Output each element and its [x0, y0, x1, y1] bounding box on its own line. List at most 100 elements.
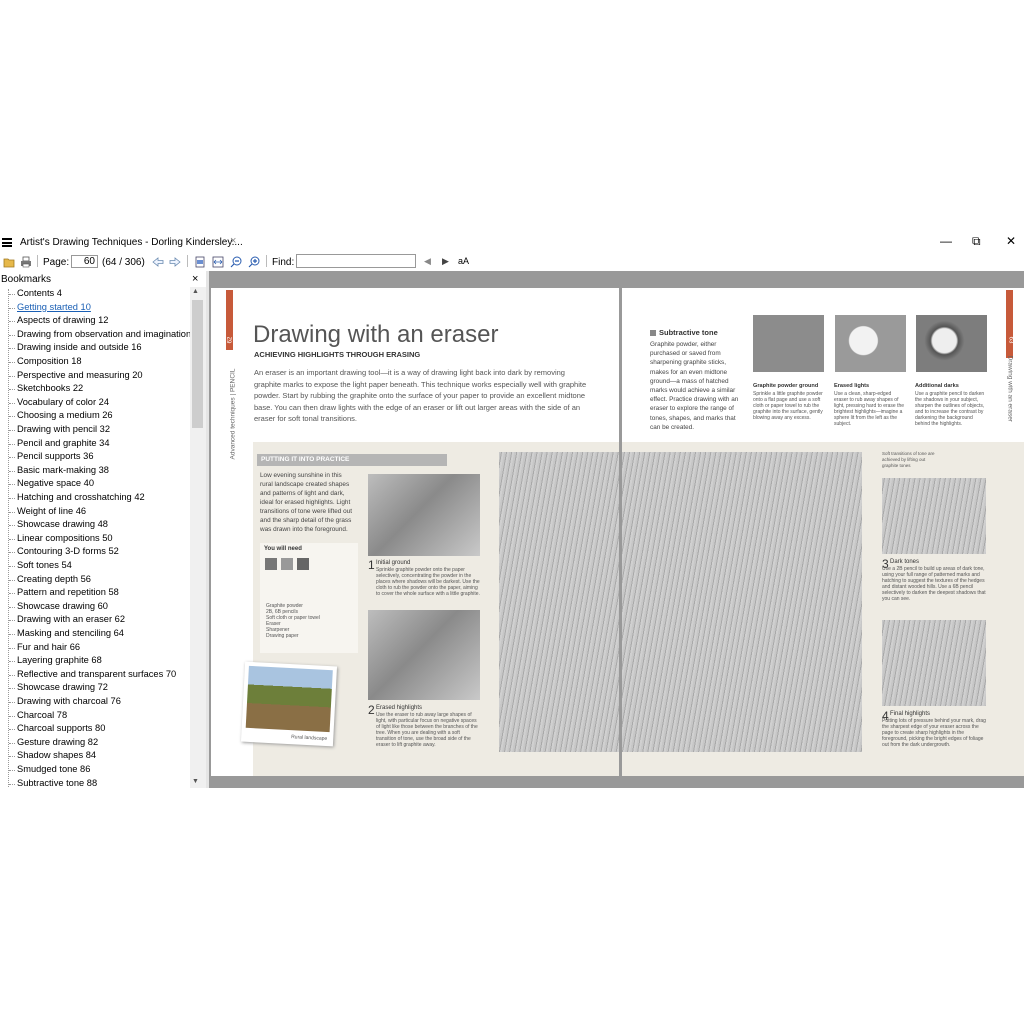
bookmark-item[interactable]: Masking and stenciling 64 — [17, 628, 124, 638]
forward-arrow-icon[interactable] — [169, 255, 181, 267]
tree-connector — [9, 593, 15, 595]
bookmark-item[interactable]: Pattern and repetition 58 — [17, 587, 119, 597]
minimize-button[interactable]: — — [940, 234, 952, 248]
bookmark-item[interactable]: Sketchbooks 22 — [17, 383, 83, 393]
bookmark-item[interactable]: Showcase drawing 48 — [17, 519, 108, 529]
bookmark-item[interactable]: Pencil and graphite 34 — [17, 438, 110, 448]
bookmark-item[interactable]: Gesture drawing 82 — [17, 737, 98, 747]
find-input[interactable] — [296, 254, 416, 268]
tree-connector — [9, 402, 15, 405]
bookmark-item[interactable]: Drawing from observation and imagination — [17, 329, 190, 339]
page-label: Page: — [43, 257, 70, 268]
bookmarks-list: Contents 4 Getting started 10 Aspects of d… — [0, 287, 190, 788]
tree-connector — [9, 783, 15, 786]
step4-image — [882, 620, 986, 706]
page-number-input[interactable] — [71, 255, 98, 268]
open-folder-icon[interactable] — [3, 255, 15, 268]
swatch-graphite-ground — [753, 315, 824, 372]
tree-connector — [9, 375, 15, 378]
tree-connector — [9, 538, 15, 541]
step2-number: 2 — [368, 703, 375, 717]
tree-connector — [9, 661, 15, 663]
swatch-title: Additional darks — [915, 383, 959, 389]
tree-connector — [9, 756, 15, 758]
bookmark-item[interactable]: Drawing with charcoal 76 — [17, 696, 121, 706]
tree-connector — [9, 566, 15, 568]
bookmark-item[interactable]: Reflective and transparent surfaces 70 — [17, 669, 176, 679]
find-label: Find: — [272, 257, 295, 268]
bookmark-item[interactable]: Charcoal 78 — [17, 710, 67, 720]
bookmark-item[interactable]: Choosing a medium 26 — [17, 410, 113, 420]
landscape-sketch-left — [499, 452, 619, 752]
tree-connector — [9, 620, 15, 622]
bookmark-item[interactable]: Getting started 10 — [17, 302, 91, 312]
step3-title: Dark tones — [890, 559, 920, 565]
bookmark-item[interactable]: Drawing with an eraser 62 — [17, 614, 125, 624]
scroll-up-icon[interactable]: ▲ — [192, 288, 199, 295]
bookmark-item[interactable]: Hatching and crosshatching 42 — [17, 492, 145, 502]
bookmark-item[interactable]: Pencil supports 36 — [17, 451, 94, 461]
step1-title: Initial ground — [376, 560, 411, 566]
bookmarks-close-icon[interactable]: × — [192, 273, 198, 285]
tree-connector — [9, 715, 15, 718]
bookmark-item[interactable]: Charcoal supports 80 — [17, 723, 105, 733]
fit-page-icon[interactable] — [194, 255, 206, 268]
bookmark-item[interactable]: Linear compositions 50 — [17, 533, 113, 543]
bookmarks-title: Bookmarks — [1, 274, 52, 285]
bookmark-item[interactable]: Shadow shapes 84 — [17, 750, 96, 760]
bookmark-item[interactable]: Contouring 3-D forms 52 — [17, 546, 119, 556]
page-subtitle: ACHIEVING HIGHLIGHTS THROUGH ERASING — [254, 350, 421, 359]
tree-connector — [9, 362, 15, 364]
bookmark-item[interactable]: Drawing inside and outside 16 — [17, 342, 142, 352]
bookmark-item[interactable]: Soft tones 54 — [17, 560, 72, 570]
back-arrow-icon[interactable] — [152, 255, 164, 267]
swatch-graphite — [265, 558, 277, 570]
you-will-need-label: You will need — [264, 546, 302, 552]
bookmark-item[interactable]: Weight of line 46 — [17, 506, 86, 516]
bookmark-item[interactable]: Smudged tone 86 — [17, 764, 90, 774]
close-button[interactable]: ✕ — [1006, 234, 1016, 248]
bookmark-item[interactable]: Basic mark-making 38 — [17, 465, 109, 475]
bookmark-item[interactable]: Fur and hair 66 — [17, 642, 80, 652]
bookmark-item[interactable]: Vocabulary of color 24 — [17, 397, 109, 407]
bookmark-item[interactable]: Perspective and measuring 20 — [17, 370, 143, 380]
tree-connector — [9, 307, 15, 310]
print-icon[interactable] — [20, 255, 32, 268]
bookmark-item[interactable]: Composition 18 — [17, 356, 82, 366]
tab-close-icon[interactable]: × — [230, 235, 236, 247]
bookmark-item[interactable]: Contents 4 — [17, 288, 62, 298]
tree-connector — [9, 389, 15, 391]
bookmark-item[interactable]: Negative space 40 — [17, 478, 94, 488]
landscape-sketch-right — [622, 452, 862, 752]
step4-text: Putting lots of pressure behind your mar… — [882, 718, 986, 748]
step1-number: 1 — [368, 558, 375, 572]
bookmark-item[interactable]: Aspects of drawing 12 — [17, 315, 108, 325]
bookmarks-scroll-thumb[interactable] — [192, 300, 203, 428]
reference-photo — [245, 665, 333, 733]
bookmark-item[interactable]: Creating depth 56 — [17, 574, 91, 584]
tree-connector — [9, 470, 15, 473]
bookmark-item[interactable]: Showcase drawing 72 — [17, 682, 108, 692]
find-next-icon[interactable]: ▶ — [442, 256, 449, 267]
swatch-title: Graphite powder ground — [753, 383, 819, 389]
match-case-icon[interactable]: aΑ — [458, 256, 469, 266]
document-tab-title[interactable]: Artist's Drawing Techniques - Dorling Ki… — [20, 237, 243, 248]
scroll-down-icon[interactable]: ▼ — [192, 778, 199, 785]
find-previous-icon[interactable]: ◀ — [424, 256, 431, 267]
tree-connector — [9, 511, 15, 514]
swatch-text: Use a clean, sharp-edged eraser to rub a… — [834, 391, 905, 427]
tree-connector — [9, 606, 15, 609]
step2-image — [368, 610, 480, 700]
bookmark-item[interactable]: Subtractive tone 88 — [17, 778, 97, 788]
bookmark-item[interactable]: Showcase drawing 60 — [17, 601, 108, 611]
swatch-title: Erased lights — [834, 383, 870, 389]
page-edge-tab — [1006, 290, 1013, 358]
bookmark-item[interactable]: Drawing with pencil 32 — [17, 424, 110, 434]
hamburger-menu-icon[interactable] — [2, 238, 12, 247]
zoom-in-icon[interactable] — [248, 255, 260, 268]
zoom-out-icon[interactable] — [230, 255, 242, 268]
bookmark-item[interactable]: Layering graphite 68 — [17, 655, 102, 665]
restore-button[interactable]: ⧉ — [972, 234, 981, 249]
fit-width-icon[interactable] — [212, 255, 224, 268]
side-section-label: Advanced techniques | PENCIL — [229, 368, 237, 460]
